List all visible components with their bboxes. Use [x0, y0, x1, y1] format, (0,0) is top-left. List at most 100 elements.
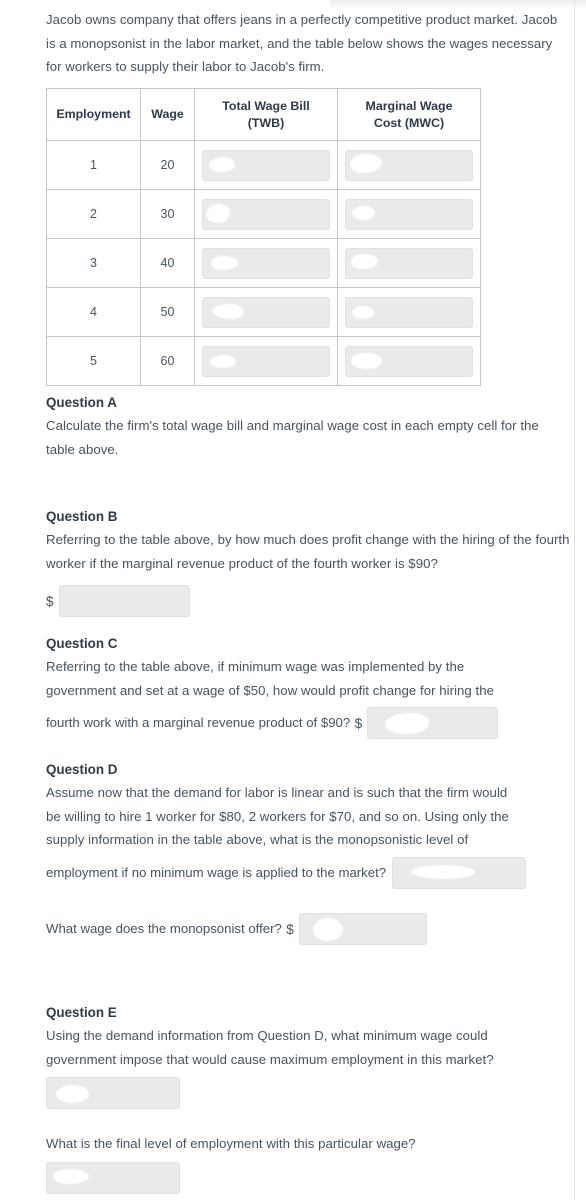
cell-mwc — [337, 287, 481, 337]
question-e-block: Question E Using the demand information … — [46, 1003, 580, 1109]
ink-blob — [210, 354, 236, 368]
question-d-followup-row: What wage does the monopsonist offer? $ — [46, 913, 576, 945]
table-row: 5 60 — [46, 336, 481, 386]
header-total-wage-bill-line2: (TWB) — [247, 115, 285, 130]
cell-mwc — [337, 336, 481, 386]
currency-symbol: $ — [354, 715, 363, 731]
cell-employment: 2 — [46, 189, 141, 239]
question-b-answer-input[interactable] — [58, 585, 190, 617]
currency-symbol: $ — [46, 593, 54, 609]
mwc-input-row-1[interactable] — [345, 149, 473, 181]
wage-table-wrapper: Employment Wage Total Wage Bill (TWB) Ma… — [46, 88, 481, 386]
ink-blob — [350, 153, 382, 173]
twb-input-row-4[interactable] — [202, 296, 330, 328]
ink-blob — [352, 305, 374, 319]
twb-input-row-3[interactable] — [202, 247, 330, 279]
cell-twb — [194, 287, 338, 337]
cell-employment: 5 — [46, 336, 141, 386]
question-d-followup-block: What wage does the monopsonist offer? $ — [46, 913, 576, 945]
twb-input-row-5[interactable] — [202, 345, 330, 377]
question-c-answer-input[interactable] — [367, 707, 499, 739]
question-e-answer-row — [46, 1077, 580, 1109]
mwc-input-row-5[interactable] — [345, 345, 473, 377]
header-employment: Employment — [46, 88, 141, 141]
question-d-text-line3: supply information in the table above, w… — [46, 832, 469, 847]
question-d-answer-input[interactable] — [392, 856, 527, 889]
question-c-heading: Question C — [46, 636, 118, 651]
question-e-followup-input[interactable] — [46, 1161, 180, 1194]
header-marginal-wage-cost: Marginal Wage Cost (MWC) — [337, 88, 481, 141]
cell-twb — [194, 140, 338, 190]
wage-table: Employment Wage Total Wage Bill (TWB) Ma… — [46, 88, 481, 386]
wage-table-head: Employment Wage Total Wage Bill (TWB) Ma… — [46, 88, 481, 141]
ink-blob — [351, 253, 378, 269]
mwc-input-row-4[interactable] — [345, 296, 473, 328]
cell-employment: 4 — [46, 287, 141, 337]
ink-blob — [53, 1168, 89, 1184]
ink-blob — [312, 918, 343, 941]
question-b-answer-row: $ — [46, 585, 576, 617]
cell-twb — [194, 336, 338, 386]
header-total-wage-bill: Total Wage Bill (TWB) — [194, 88, 338, 141]
question-d-text-line2: be willing to hire 1 worker for $80, 2 w… — [46, 808, 509, 824]
question-c-text-line3: fourth work with a marginal revenue prod… — [46, 715, 351, 731]
header-total-wage-bill-line1: Total Wage Bill — [222, 98, 310, 113]
mwc-input-row-2[interactable] — [345, 198, 473, 230]
question-d-text-line1: Assume now that the demand for labor is … — [46, 785, 508, 800]
wage-table-body: 1 20 2 30 3 40 4 50 5 60 — [46, 140, 481, 386]
question-b-block: Question B Referring to the table above,… — [46, 507, 576, 617]
question-e-followup-answer-row — [46, 1161, 576, 1194]
cell-twb — [194, 189, 338, 239]
question-e-heading: Question E — [46, 1005, 117, 1020]
table-row: 4 50 — [46, 287, 481, 337]
header-marginal-wage-cost-line2: Cost (MWC) — [373, 115, 445, 130]
cell-mwc — [337, 140, 481, 190]
cell-twb — [194, 238, 338, 288]
cell-mwc — [337, 238, 481, 288]
ink-blob — [411, 864, 476, 879]
table-row: 2 30 — [46, 189, 481, 239]
question-d-block: Question D Assume now that the demand fo… — [46, 760, 576, 889]
cell-employment: 1 — [46, 140, 141, 190]
cell-wage: 60 — [140, 336, 195, 386]
question-c-answer-row: fourth work with a marginal revenue prod… — [46, 707, 576, 739]
cell-mwc — [337, 189, 481, 239]
question-a-block: Question A Calculate the firm's total wa… — [46, 393, 566, 461]
cell-wage: 20 — [140, 140, 195, 190]
question-c-text-line1: Referring to the table above, if minimum… — [46, 659, 465, 674]
question-c-text-line2: government and set at a wage of $50, how… — [46, 682, 495, 698]
question-d-answer-row: employment if no minimum wage is applied… — [46, 856, 576, 889]
twb-input-row-2[interactable] — [202, 198, 330, 230]
cell-wage: 30 — [140, 189, 195, 239]
question-d-text-line4: employment if no minimum wage is applied… — [46, 864, 387, 880]
table-row: 1 20 — [46, 140, 481, 190]
table-row: 3 40 — [46, 238, 481, 288]
question-a-heading: Question A — [46, 395, 117, 410]
question-e-text-line2: government impose that would cause maxim… — [46, 1051, 494, 1067]
question-e-answer-input[interactable] — [46, 1077, 180, 1109]
cell-wage: 40 — [140, 238, 195, 288]
question-a-text: Calculate the firm's total wage bill and… — [46, 418, 539, 457]
worksheet-page: Jacob owns company that offers jeans in … — [0, 0, 586, 1200]
ink-blob — [206, 203, 230, 223]
question-e-followup-block: What is the final level of employment wi… — [46, 1132, 576, 1194]
mwc-input-row-3[interactable] — [345, 247, 473, 279]
cell-employment: 3 — [46, 238, 141, 288]
ink-blob — [211, 255, 238, 270]
table-header-row: Employment Wage Total Wage Bill (TWB) Ma… — [46, 88, 481, 141]
ink-blob — [385, 713, 430, 734]
ink-blob — [212, 303, 244, 319]
cell-wage: 50 — [140, 287, 195, 337]
question-d-heading: Question D — [46, 762, 118, 777]
question-b-heading: Question B — [46, 509, 118, 524]
question-c-block: Question C Referring to the table above,… — [46, 634, 576, 739]
twb-input-row-1[interactable] — [202, 149, 330, 181]
ink-blob — [352, 205, 375, 220]
header-wage: Wage — [140, 88, 195, 141]
ink-blob — [351, 352, 382, 369]
intro-paragraph: Jacob owns company that offers jeans in … — [46, 12, 558, 74]
question-e-text-line1: Using the demand information from Questi… — [46, 1028, 488, 1043]
currency-symbol: $ — [286, 921, 294, 937]
question-d-followup-input[interactable] — [298, 913, 427, 945]
ink-blob — [56, 1085, 89, 1103]
